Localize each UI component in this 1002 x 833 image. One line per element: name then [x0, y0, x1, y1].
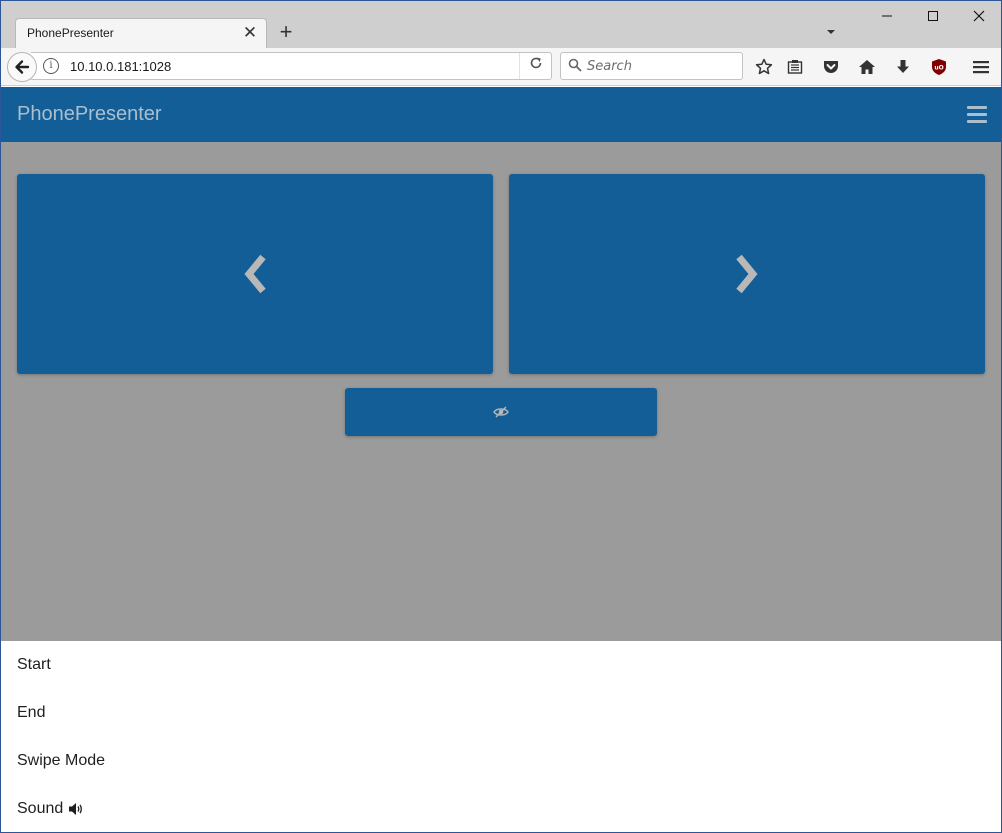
home-icon	[859, 60, 875, 74]
hamburger-bar	[967, 106, 987, 109]
menu-item-swipe-mode[interactable]: Swipe Mode	[1, 737, 1001, 785]
speaker-icon	[68, 802, 85, 816]
ublock-shield-icon: uO	[932, 59, 946, 75]
bookmark-star-button[interactable]	[752, 55, 776, 79]
close-tab-button[interactable]: ✕	[240, 23, 260, 43]
menu-toggle-button[interactable]	[967, 106, 987, 123]
new-tab-button[interactable]: +	[275, 20, 297, 44]
search-input[interactable]	[587, 56, 737, 76]
tab-phonepresenter[interactable]: PhonePresenter ✕	[15, 18, 267, 48]
browser-window: PhonePresenter ✕ + i 10.10.0.181:1028 Se…	[0, 0, 1002, 833]
menu-item-label: Sound	[17, 800, 64, 817]
pocket-button[interactable]	[819, 55, 843, 79]
reload-button[interactable]	[519, 53, 551, 79]
browser-menu-button[interactable]	[969, 55, 993, 79]
site-info-icon[interactable]: i	[43, 58, 59, 74]
tab-list-button[interactable]	[823, 25, 839, 39]
close-icon	[973, 10, 985, 22]
menu-item-label: Start	[17, 656, 51, 673]
maximize-button[interactable]	[918, 5, 948, 29]
hamburger-bar	[967, 113, 987, 116]
search-bar[interactable]	[560, 52, 743, 80]
ublock-button[interactable]: uO	[927, 55, 951, 79]
minimize-icon	[882, 15, 892, 17]
svg-text:uO: uO	[934, 65, 943, 72]
hamburger-icon	[973, 61, 989, 74]
side-menu: Start End Swipe Mode Sound	[1, 641, 1001, 832]
reader-view-button[interactable]	[783, 55, 807, 79]
menu-item-label: End	[17, 704, 46, 721]
previous-slide-button[interactable]	[17, 174, 493, 374]
chevron-left-icon	[244, 254, 266, 294]
menu-item-sound[interactable]: Sound	[1, 785, 1001, 832]
back-button[interactable]	[7, 52, 37, 82]
pocket-icon	[824, 61, 838, 73]
navigation-bar: i 10.10.0.181:1028 uO	[1, 48, 1001, 86]
app-header: PhonePresenter	[1, 87, 1001, 142]
tab-title: PhonePresenter	[27, 26, 114, 40]
brand-title[interactable]: PhonePresenter	[17, 103, 162, 126]
menu-item-end[interactable]: End	[1, 689, 1001, 737]
blank-screen-button[interactable]	[345, 388, 657, 436]
url-bar[interactable]: i 10.10.0.181:1028	[31, 52, 552, 80]
menu-item-start[interactable]: Start	[1, 641, 1001, 689]
maximize-icon	[928, 11, 938, 21]
downloads-button[interactable]	[891, 55, 915, 79]
chevron-right-icon	[736, 254, 758, 294]
next-slide-button[interactable]	[509, 174, 985, 374]
eye-slash-icon	[493, 406, 509, 418]
dimmed-presenter-panel[interactable]	[1, 142, 1001, 641]
download-icon	[897, 60, 909, 73]
reading-list-icon	[787, 60, 803, 74]
star-icon	[755, 58, 773, 75]
page-content: PhonePresenter Start End Swipe Mode Soun…	[1, 87, 1001, 832]
menu-item-label: Swipe Mode	[17, 752, 106, 769]
minimize-button[interactable]	[872, 5, 902, 29]
url-text[interactable]: 10.10.0.181:1028	[70, 59, 171, 74]
search-icon	[568, 58, 582, 72]
reload-icon	[530, 57, 541, 69]
chevron-down-icon	[827, 30, 835, 34]
back-arrow-icon	[15, 60, 30, 74]
hamburger-bar	[967, 120, 987, 123]
home-button[interactable]	[855, 55, 879, 79]
tab-bar: PhonePresenter ✕ +	[1, 1, 1001, 48]
close-window-button[interactable]	[964, 5, 994, 29]
